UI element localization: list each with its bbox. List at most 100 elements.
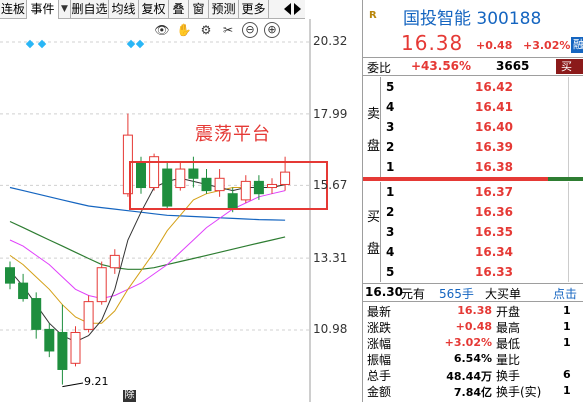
order-price: 16.35	[475, 225, 513, 239]
chart-tab[interactable]: 叠	[169, 0, 189, 19]
order-book-row[interactable]: 2 16.36	[383, 202, 583, 222]
order-price: 16.42	[475, 80, 513, 94]
big-order-row[interactable]: 16.30 元有 565手 大买单 点击	[363, 283, 583, 302]
stat-row: 金额 7.84亿 换手(实) 1	[363, 383, 583, 399]
stat-label: 换手(实)	[496, 385, 542, 399]
order-book-row[interactable]: 2 16.39	[383, 137, 583, 157]
settings-icon[interactable]: ⚙	[198, 22, 214, 38]
event-marker-icon	[25, 39, 35, 49]
event-marker-icon	[135, 39, 145, 49]
candle-body	[280, 171, 291, 185]
scroll-right-icon[interactable]	[294, 3, 301, 15]
order-ratio-pct: +43.56%	[411, 59, 472, 73]
ma5-line	[9, 177, 286, 343]
order-level: 2	[386, 140, 395, 154]
order-book-row[interactable]: 3 16.35	[383, 222, 583, 242]
trade-click-link[interactable]: 点击	[553, 285, 577, 302]
stat-value: 16.38	[457, 304, 492, 317]
chart-tab[interactable]: 复权	[139, 0, 169, 19]
quote-header: R 国投智能 300188 16.38 +0.48 +3.02% 融	[363, 0, 583, 58]
candle-body	[188, 168, 199, 179]
scroll-left-icon[interactable]	[284, 3, 291, 15]
chart-tab[interactable]: 更多	[239, 0, 269, 19]
order-level: 1	[386, 185, 395, 199]
stat-value: 1	[563, 320, 571, 333]
stat-value: 6.54%	[453, 352, 492, 365]
buy-button[interactable]: 买	[556, 59, 583, 74]
order-book-row[interactable]: 3 16.40	[383, 117, 583, 137]
stat-value: 7.84亿	[453, 386, 492, 399]
eye-icon[interactable]: 👁	[154, 22, 170, 38]
y-axis-label: 20.32	[313, 34, 348, 48]
chart-tab[interactable]: 连板	[0, 0, 27, 19]
stat-label: 总手	[367, 369, 392, 383]
candle-body	[18, 282, 29, 300]
event-marker-icon	[126, 39, 136, 49]
order-level: 5	[386, 265, 395, 279]
stat-label: 最新	[367, 305, 392, 319]
order-book-row[interactable]: 1 16.38	[383, 157, 583, 177]
tab-scroll-nav	[281, 0, 305, 19]
order-price: 16.38	[475, 160, 513, 174]
stat-label: 最高	[496, 321, 521, 335]
margin-badge[interactable]: 融	[571, 37, 583, 53]
zoom-in-icon[interactable]: ⊕	[264, 22, 280, 38]
stat-row: 涨幅 +3.02% 最低 1	[363, 335, 583, 351]
stat-value: 48.44万	[446, 370, 492, 383]
candle-body	[44, 328, 55, 352]
stat-row: 最新 16.38 开盘 1	[363, 303, 583, 319]
stat-row: 总手 48.44万 换手 6	[363, 367, 583, 383]
ex-rights-badge[interactable]: 除	[123, 390, 136, 402]
hand-icon[interactable]: ✋	[176, 22, 192, 38]
candle-body	[122, 134, 133, 195]
buy-side-label: 买 盘	[363, 182, 381, 282]
stat-label: 金额	[367, 385, 392, 399]
chart-tab[interactable]: 删自选	[71, 0, 109, 19]
chart-tab[interactable]: 事件	[27, 0, 59, 19]
order-book-row[interactable]: 5 16.33	[383, 262, 583, 282]
column-divider	[568, 157, 569, 177]
order-book-row[interactable]: 1 16.37	[383, 182, 583, 202]
trade-volume: 565手	[439, 287, 474, 301]
scissors-icon[interactable]: ✂	[220, 22, 236, 38]
candle-body	[57, 331, 68, 370]
order-book-row[interactable]: 4 16.41	[383, 97, 583, 117]
chart-tab[interactable]: 预测	[209, 0, 239, 19]
column-divider	[568, 77, 569, 97]
price-change: +0.48	[476, 39, 513, 52]
sell-side-label: 卖 盘	[363, 77, 381, 177]
column-divider	[568, 222, 569, 242]
order-ratio-value: 3665	[496, 59, 530, 73]
ma10-line	[9, 184, 286, 324]
stat-row: 涨跌 +0.48 最高 1	[363, 319, 583, 335]
stat-value: 1	[563, 336, 571, 349]
platform-annotation: 震荡平台	[195, 124, 271, 145]
r-mark-icon: R	[369, 10, 377, 21]
kline-chart-panel[interactable]: 连板 事件 ▼ 删自选 均线 复权叠窗预测 更多 👁 ✋ ⚙ ✂ ⊖ ⊕ 20.32 17.99 15…	[0, 0, 362, 402]
candle-body	[136, 162, 146, 189]
chart-tab[interactable]: ▼	[59, 0, 71, 19]
column-divider	[568, 137, 569, 157]
candle-body	[253, 180, 264, 195]
low-price-label: 9.21	[84, 375, 109, 388]
column-divider	[568, 182, 569, 202]
current-price: 16.38	[401, 31, 464, 55]
column-divider	[568, 262, 569, 282]
stat-value: +3.02%	[444, 336, 492, 349]
zoom-out-icon[interactable]: ⊖	[242, 22, 258, 38]
trade-type: 大买单	[485, 287, 522, 301]
chart-tab[interactable]: 均线	[109, 0, 139, 19]
candle-body	[70, 331, 81, 364]
chart-tab[interactable]: 窗	[189, 0, 209, 19]
candle-body	[83, 301, 94, 330]
order-level: 4	[386, 100, 395, 114]
order-ratio-row: 委比 +43.56% 3665 买	[363, 58, 583, 76]
candle-body	[31, 298, 42, 330]
order-book-row[interactable]: 4 16.34	[383, 242, 583, 262]
quote-panel: R 国投智能 300188 16.38 +0.48 +3.02% 融 委比 +4…	[362, 0, 583, 402]
order-book-row[interactable]: 5 16.42	[383, 77, 583, 97]
stat-label: 换手	[496, 369, 521, 383]
column-divider	[568, 97, 569, 117]
kline-chart[interactable]	[0, 0, 362, 402]
stat-label: 涨幅	[367, 337, 392, 351]
